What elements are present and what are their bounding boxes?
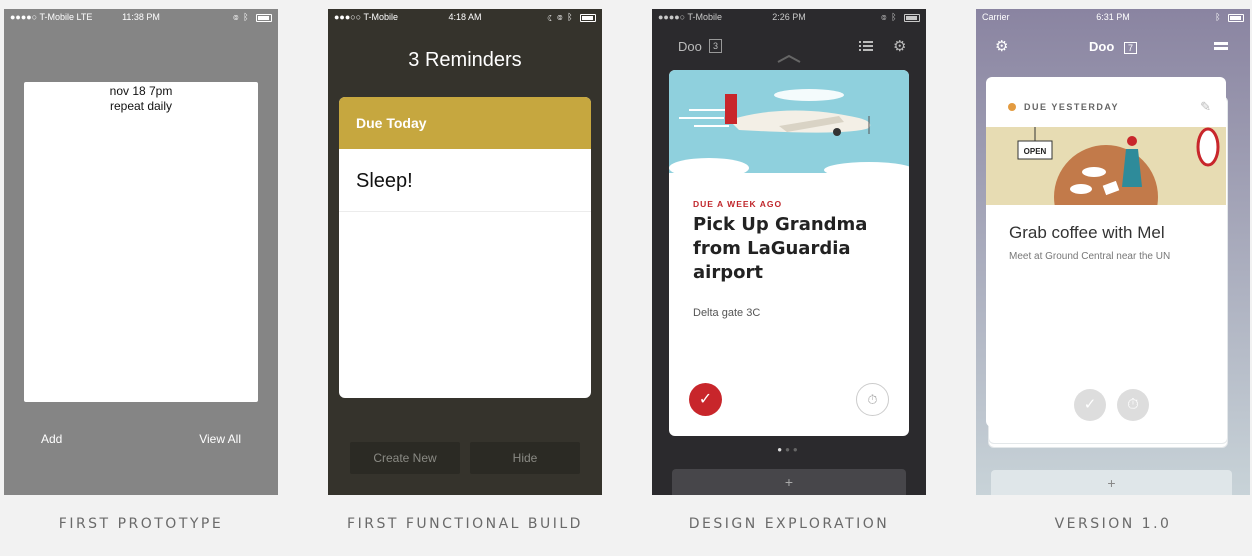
caption-design-exploration: DESIGN EXPLORATION	[688, 516, 890, 532]
battery-icon	[580, 13, 596, 22]
reminder-card: Due Today Sleep!	[339, 97, 591, 398]
count-badge: 3	[709, 39, 723, 53]
reminder-line-2: repeat daily	[109, 99, 173, 113]
location-icon: ◎	[881, 12, 888, 22]
plus-icon: +	[784, 474, 794, 490]
status-bar: Carrier 6:31 PM ᛒ	[976, 9, 1250, 25]
caption-version-1: VERSION 1.0	[1054, 516, 1172, 532]
phone-design-exploration: ●●●●○ T-Mobile 2:26 PM ◎ ᛒ Doo 3 ⚙ DUE A…	[652, 9, 926, 495]
check-icon[interactable]: ✓	[689, 383, 722, 416]
reminders-title: 3 Reminders	[408, 49, 522, 71]
list-icon[interactable]	[859, 40, 873, 52]
reminder-sheet[interactable]: nov 18 7pm repeat daily	[24, 82, 258, 402]
due-dot	[1008, 103, 1016, 111]
timer-icon[interactable]: ⏱	[856, 383, 889, 416]
bluetooth-icon: ᛒ	[891, 12, 898, 22]
app-title: Doo 7	[976, 39, 1250, 54]
task-title: Pick Up Grandma from LaGuardia airport	[693, 214, 868, 283]
add-button[interactable]: +	[672, 469, 906, 495]
coffee-illustration: OPEN	[986, 127, 1226, 205]
battery-icon	[904, 13, 920, 22]
page-indicator: ●●●	[777, 445, 801, 454]
task-note: Meet at Ground Central near the UN	[1009, 251, 1171, 262]
moon-icon: ☾	[547, 12, 554, 22]
add-button[interactable]: +	[991, 470, 1232, 495]
due-label: DUE YESTERDAY	[1024, 102, 1120, 112]
status-bar: ●●●○○ T-Mobile 4:18 AM ☾ ◎ ᛒ	[328, 9, 602, 25]
status-icons: ᛒ	[1215, 9, 1244, 25]
location-icon: ◎	[557, 12, 564, 22]
gear-icon[interactable]: ⚙	[893, 37, 906, 55]
status-icons: ☾ ◎ ᛒ	[547, 9, 596, 25]
phone-version-1: Carrier 6:31 PM ᛒ ⚙ Doo 7 DUE YESTERDAY …	[976, 9, 1250, 495]
create-new-button[interactable]: Create New	[350, 442, 460, 474]
card-header: Due Today	[339, 97, 591, 149]
airplane-illustration	[669, 70, 909, 178]
bluetooth-icon: ᛒ	[1215, 12, 1222, 22]
open-sign: OPEN	[1024, 147, 1047, 156]
timer-icon[interactable]: ⏱	[1117, 389, 1149, 421]
task-note: Delta gate 3C	[693, 307, 761, 319]
task-card[interactable]: DUE A WEEK AGO Pick Up Grandma from LaGu…	[669, 70, 909, 436]
edit-icon[interactable]: ✎	[1200, 99, 1211, 115]
phone-first-prototype: ●●●●○ T-Mobile LTE 11:38 PM ◎ ᛒ nov 18 7…	[4, 9, 278, 495]
status-icons: ◎ ᛒ	[233, 9, 272, 25]
hide-button[interactable]: Hide	[470, 442, 580, 474]
status-icons: ◎ ᛒ	[881, 9, 920, 25]
phone-first-functional-build: ●●●○○ T-Mobile 4:18 AM ☾ ◎ ᛒ 3 Reminders…	[328, 9, 602, 495]
check-icon[interactable]: ✓	[1074, 389, 1106, 421]
battery-icon	[256, 13, 272, 22]
menu-icon[interactable]	[1214, 41, 1228, 52]
battery-icon	[1228, 13, 1244, 22]
status-time: 6:31 PM	[1096, 12, 1130, 22]
task-card[interactable]: DUE YESTERDAY ✎ OPEN Grab coffee with Me…	[986, 77, 1226, 427]
app-title: Doo	[678, 39, 702, 54]
reminder-item[interactable]: Sleep!	[339, 149, 591, 212]
status-bar: ●●●●○ T-Mobile 2:26 PM ◎ ᛒ	[652, 9, 926, 25]
plus-icon: +	[1107, 475, 1116, 491]
task-title: Grab coffee with Mel	[1009, 223, 1165, 242]
due-label: DUE A WEEK AGO	[693, 199, 783, 209]
app-name: Doo	[1089, 39, 1115, 54]
bluetooth-icon: ᛒ	[567, 12, 574, 22]
reminder-line-1: nov 18 7pm	[109, 84, 173, 98]
view-all-button[interactable]: View All	[199, 432, 241, 446]
caption-first-functional-build: FIRST FUNCTIONAL BUILD	[347, 516, 583, 532]
status-bar: ●●●●○ T-Mobile LTE 11:38 PM ◎ ᛒ	[4, 9, 278, 25]
location-icon: ◎	[233, 12, 240, 22]
add-button[interactable]: Add	[41, 432, 62, 446]
bluetooth-icon: ᛒ	[243, 12, 250, 22]
caption-first-prototype: FIRST PROTOTYPE	[58, 516, 224, 532]
count-badge: 7	[1123, 42, 1137, 54]
chevron-up-icon[interactable]	[777, 54, 801, 64]
